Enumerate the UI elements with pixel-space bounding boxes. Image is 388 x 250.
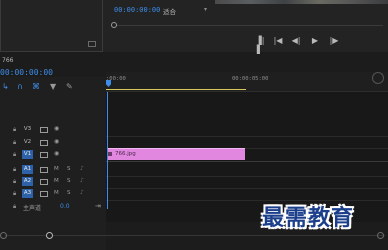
mute-button[interactable]: M: [54, 190, 59, 196]
track-divider: [106, 161, 388, 162]
playhead-handle[interactable]: [106, 80, 111, 87]
sync-lock-icon[interactable]: [40, 191, 48, 197]
sequence-tab[interactable]: 766: [2, 57, 13, 64]
insert-marker-button[interactable]: ▐|▌: [253, 36, 267, 54]
sync-lock-icon[interactable]: [40, 127, 48, 133]
master-volume-value[interactable]: 0.0: [60, 203, 70, 210]
go-to-in-button[interactable]: |◀: [271, 36, 285, 45]
fx-icon: [108, 152, 112, 156]
sync-lock-icon[interactable]: [40, 167, 48, 173]
work-area-bar[interactable]: [106, 89, 246, 90]
ruler-scroll-handle[interactable]: [372, 72, 384, 84]
solo-button[interactable]: S: [67, 166, 71, 172]
program-timecode[interactable]: 00:00:00:00: [114, 6, 160, 14]
track-a2: 🔒︎ A2 M S ♪: [0, 176, 388, 188]
program-ruler[interactable]: [113, 18, 383, 22]
mute-button[interactable]: M: [54, 166, 59, 172]
track-a1: 🔒︎ A1 M S ♪: [0, 164, 388, 176]
track-name[interactable]: A3: [22, 189, 33, 198]
mute-button[interactable]: M: [54, 178, 59, 184]
timeline-ruler[interactable]: :00:00 00:00:05:00: [106, 72, 388, 92]
zoom-scrollbar[interactable]: [5, 235, 385, 236]
ruler-mid-label: 00:00:05:00: [232, 76, 269, 82]
sequence-timecode[interactable]: 00:00:00:00: [0, 68, 53, 77]
track-a3: 🔒︎ A3 M S ♪: [0, 188, 388, 200]
snap-icon[interactable]: ∩: [17, 82, 23, 91]
microphone-icon[interactable]: ♪: [80, 189, 84, 196]
linked-selection-icon[interactable]: ⌘: [32, 82, 40, 91]
solo-button[interactable]: S: [67, 190, 71, 196]
program-playhead[interactable]: [111, 22, 117, 28]
panel-expand-icon[interactable]: [88, 41, 96, 47]
lock-icon[interactable]: 🔒︎: [13, 126, 16, 134]
lock-icon[interactable]: 🔒︎: [13, 190, 16, 198]
timeline-clip[interactable]: 766.jpg: [107, 148, 245, 160]
track-name[interactable]: V3: [22, 125, 33, 134]
track-name[interactable]: V1: [22, 150, 33, 159]
zoom-handle[interactable]: [46, 232, 53, 239]
program-video-preview: [215, 0, 388, 4]
zoom-handle-right[interactable]: [377, 232, 384, 239]
lock-icon[interactable]: 🔒︎: [13, 166, 16, 174]
lock-icon[interactable]: 🔒︎: [13, 178, 16, 186]
step-forward-button[interactable]: |▶: [327, 36, 341, 45]
eye-icon[interactable]: ◉: [54, 138, 59, 145]
playhead-line[interactable]: [107, 92, 108, 209]
fit-dropdown[interactable]: 适合 ▾: [163, 6, 209, 16]
eye-icon[interactable]: ◉: [54, 125, 59, 132]
eye-icon[interactable]: ◉: [54, 150, 59, 157]
play-button[interactable]: ▶: [308, 36, 322, 45]
microphone-icon[interactable]: ♪: [80, 177, 84, 184]
chevron-down-icon: ▾: [203, 6, 207, 13]
master-track-label: 主声道: [23, 205, 42, 212]
zoom-handle-left[interactable]: [0, 232, 7, 239]
program-scrubber-track[interactable]: [113, 25, 383, 26]
sync-lock-icon[interactable]: [40, 152, 48, 158]
clip-label: 766.jpg: [115, 151, 136, 157]
fit-dropdown-value: 适合: [163, 8, 176, 16]
sync-lock-icon[interactable]: [40, 179, 48, 185]
track-name[interactable]: A1: [22, 165, 33, 174]
lock-icon[interactable]: 🔒︎: [13, 151, 16, 159]
watermark: 最需教育: [262, 205, 355, 231]
lock-icon[interactable]: 🔒︎: [13, 203, 16, 211]
track-name[interactable]: A2: [22, 177, 33, 186]
wrench-icon[interactable]: ✎: [66, 82, 73, 91]
step-back-button[interactable]: ◀|: [289, 36, 303, 45]
sync-lock-icon[interactable]: [40, 140, 48, 146]
go-to-end-icon[interactable]: ⇥: [95, 202, 101, 210]
add-marker-icon[interactable]: ▼: [50, 82, 56, 91]
solo-button[interactable]: S: [67, 178, 71, 184]
program-monitor: 00:00:00:00 适合 ▾ ▐|▌ |◀ ◀| ▶ |▶: [103, 0, 388, 54]
microphone-icon[interactable]: ♪: [80, 165, 84, 172]
lock-icon[interactable]: 🔒︎: [13, 139, 16, 147]
track-name[interactable]: V2: [22, 138, 33, 147]
source-panel: [0, 0, 103, 52]
insert-edit-icon[interactable]: ↳: [2, 82, 9, 91]
track-v3: 🔒︎ V3 ◉: [0, 124, 388, 136]
